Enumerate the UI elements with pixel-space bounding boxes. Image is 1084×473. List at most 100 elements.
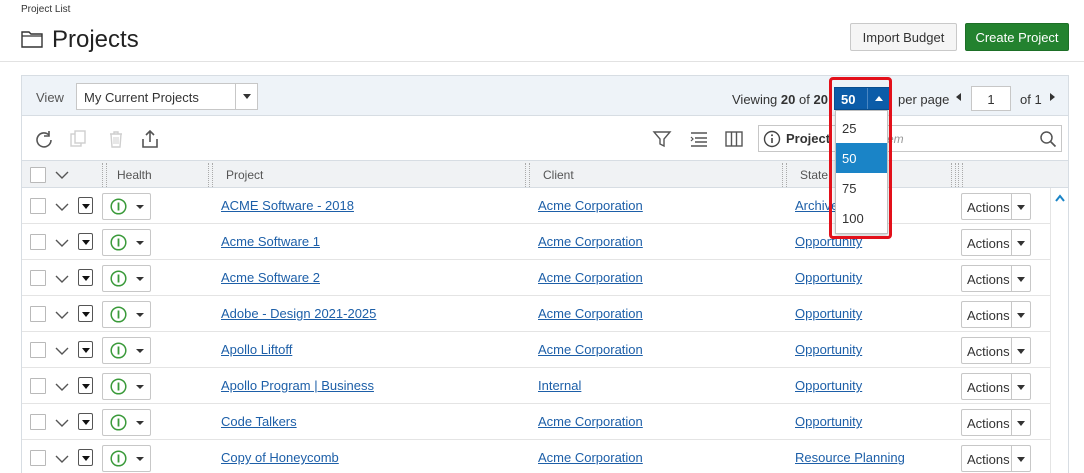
row-menu-button[interactable] xyxy=(78,341,93,358)
chevron-down-icon[interactable] xyxy=(1017,457,1025,462)
chevron-down-icon[interactable] xyxy=(1017,349,1025,354)
chevron-down-icon[interactable] xyxy=(1017,313,1025,318)
chevron-down-icon[interactable] xyxy=(55,382,69,392)
actions-dropdown[interactable]: Actions xyxy=(961,373,1031,400)
actions-dropdown[interactable]: Actions xyxy=(961,445,1031,472)
state-link[interactable]: Opportunity xyxy=(795,270,862,285)
health-dropdown[interactable] xyxy=(102,265,151,292)
actions-dropdown[interactable]: Actions xyxy=(961,409,1031,436)
chevron-down-icon[interactable] xyxy=(55,418,69,428)
project-link[interactable]: Apollo Liftoff xyxy=(221,342,292,357)
row-checkbox[interactable] xyxy=(30,270,46,286)
project-link[interactable]: ACME Software - 2018 xyxy=(221,198,354,213)
per-page-select[interactable]: 50 xyxy=(834,87,890,110)
column-resize-handle[interactable] xyxy=(102,163,107,187)
next-page-icon[interactable] xyxy=(1050,93,1055,101)
chevron-down-icon[interactable] xyxy=(55,238,69,248)
row-checkbox[interactable] xyxy=(30,450,46,466)
row-checkbox[interactable] xyxy=(30,378,46,394)
project-link[interactable]: Adobe - Design 2021-2025 xyxy=(221,306,376,321)
export-icon[interactable] xyxy=(140,129,160,149)
row-menu-button[interactable] xyxy=(78,269,93,286)
chevron-down-icon[interactable] xyxy=(1017,385,1025,390)
state-link[interactable]: Opportunity xyxy=(795,342,862,357)
vertical-scrollbar[interactable] xyxy=(1050,188,1068,473)
actions-dropdown[interactable]: Actions xyxy=(961,229,1031,256)
project-link[interactable]: Acme Software 1 xyxy=(221,234,320,249)
chevron-down-icon[interactable] xyxy=(1017,205,1025,210)
refresh-icon[interactable] xyxy=(34,129,54,149)
scroll-up-icon[interactable] xyxy=(1055,194,1065,202)
import-budget-button[interactable]: Import Budget xyxy=(850,23,957,51)
columns-icon[interactable] xyxy=(724,129,744,149)
chevron-down-icon[interactable] xyxy=(55,274,69,284)
chevron-down-icon[interactable] xyxy=(55,170,69,180)
state-link[interactable]: Opportunity xyxy=(795,306,862,321)
search-icon[interactable] xyxy=(1039,130,1057,148)
chevron-down-icon[interactable] xyxy=(235,84,257,109)
filter-icon[interactable] xyxy=(652,129,672,149)
row-menu-button[interactable] xyxy=(78,413,93,430)
column-header-project[interactable]: Project xyxy=(226,168,263,182)
column-header-health[interactable]: Health xyxy=(117,168,152,182)
create-project-button[interactable]: Create Project xyxy=(965,23,1069,51)
search-scope[interactable]: Project xyxy=(786,131,830,146)
state-link[interactable]: Resource Planning xyxy=(795,450,905,465)
column-resize-handle[interactable] xyxy=(525,163,530,187)
health-dropdown[interactable] xyxy=(102,445,151,472)
health-dropdown[interactable] xyxy=(102,229,151,256)
health-dropdown[interactable] xyxy=(102,193,151,220)
list-settings-icon[interactable] xyxy=(689,129,709,149)
column-resize-handle[interactable] xyxy=(958,163,963,187)
chevron-down-icon[interactable] xyxy=(55,346,69,356)
project-link[interactable]: Apollo Program | Business xyxy=(221,378,374,393)
search-field[interactable]: Project em xyxy=(758,125,1062,152)
chevron-down-icon[interactable] xyxy=(1017,241,1025,246)
health-dropdown[interactable] xyxy=(102,373,151,400)
state-link[interactable]: Opportunity xyxy=(795,234,862,249)
client-link[interactable]: Acme Corporation xyxy=(538,270,643,285)
client-link[interactable]: Internal xyxy=(538,378,581,393)
project-link[interactable]: Code Talkers xyxy=(221,414,297,429)
chevron-down-icon[interactable] xyxy=(1017,277,1025,282)
row-menu-button[interactable] xyxy=(78,449,93,466)
client-link[interactable]: Acme Corporation xyxy=(538,414,643,429)
select-all-checkbox[interactable] xyxy=(30,167,46,183)
chevron-down-icon[interactable] xyxy=(55,310,69,320)
column-resize-handle[interactable] xyxy=(951,163,956,187)
client-link[interactable]: Acme Corporation xyxy=(538,342,643,357)
state-link[interactable]: Archive xyxy=(795,198,838,213)
per-page-option-25[interactable]: 25 xyxy=(836,113,887,143)
breadcrumb[interactable]: Project List xyxy=(21,4,70,15)
chevron-down-icon[interactable] xyxy=(1017,421,1025,426)
row-menu-button[interactable] xyxy=(78,305,93,322)
per-page-option-50[interactable]: 50 xyxy=(836,143,887,173)
client-link[interactable]: Acme Corporation xyxy=(538,306,643,321)
copy-icon[interactable] xyxy=(68,129,88,149)
row-checkbox[interactable] xyxy=(30,198,46,214)
project-link[interactable]: Copy of Honeycomb xyxy=(221,450,339,465)
chevron-down-icon[interactable] xyxy=(55,454,69,464)
health-dropdown[interactable] xyxy=(102,337,151,364)
chevron-down-icon[interactable] xyxy=(55,202,69,212)
health-dropdown[interactable] xyxy=(102,301,151,328)
row-checkbox[interactable] xyxy=(30,342,46,358)
client-link[interactable]: Acme Corporation xyxy=(538,450,643,465)
previous-page-icon[interactable] xyxy=(956,93,961,101)
page-number-input[interactable]: 1 xyxy=(971,86,1011,111)
column-resize-handle[interactable] xyxy=(208,163,213,187)
project-link[interactable]: Acme Software 2 xyxy=(221,270,320,285)
row-checkbox[interactable] xyxy=(30,306,46,322)
row-checkbox[interactable] xyxy=(30,234,46,250)
health-dropdown[interactable] xyxy=(102,409,151,436)
client-link[interactable]: Acme Corporation xyxy=(538,198,643,213)
row-menu-button[interactable] xyxy=(78,197,93,214)
actions-dropdown[interactable]: Actions xyxy=(961,337,1031,364)
actions-dropdown[interactable]: Actions xyxy=(961,193,1031,220)
row-menu-button[interactable] xyxy=(78,377,93,394)
actions-dropdown[interactable]: Actions xyxy=(961,265,1031,292)
column-resize-handle[interactable] xyxy=(782,163,787,187)
row-menu-button[interactable] xyxy=(78,233,93,250)
actions-dropdown[interactable]: Actions xyxy=(961,301,1031,328)
per-page-option-100[interactable]: 100 xyxy=(836,203,887,233)
